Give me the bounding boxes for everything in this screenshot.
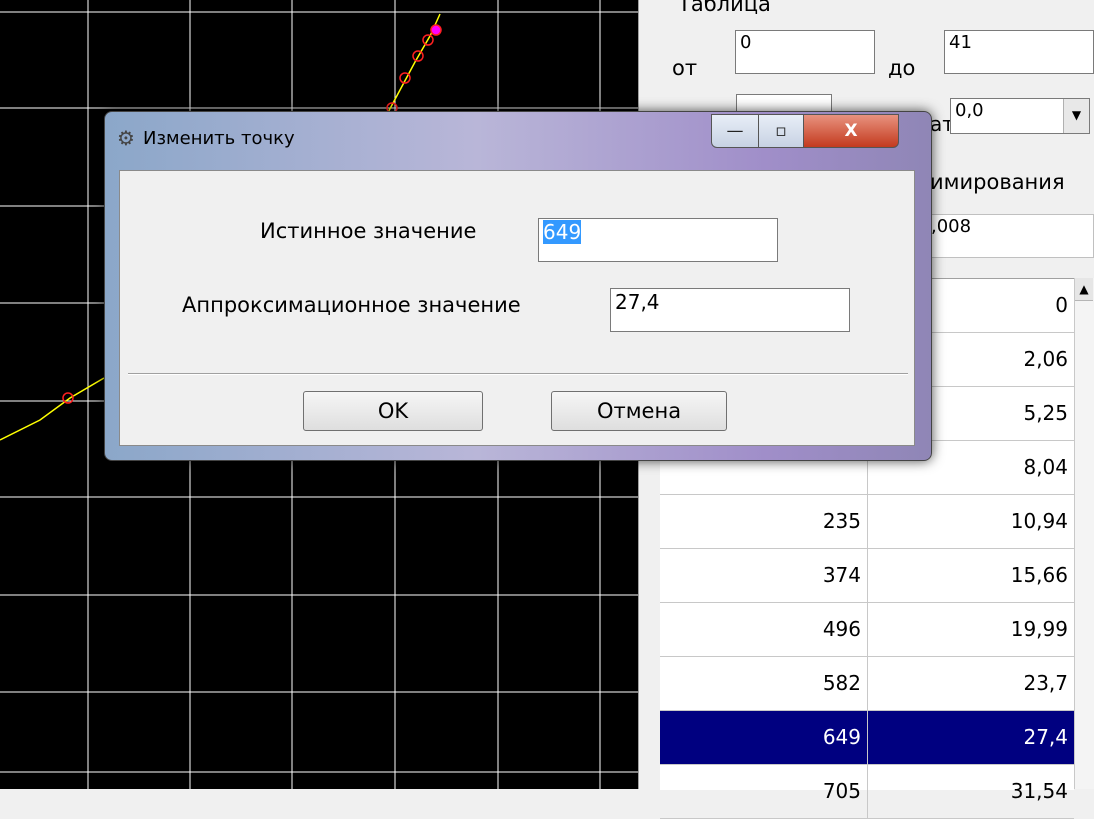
maximize-button[interactable]: ▫	[758, 114, 804, 148]
table-row-selected[interactable]: 649 27,4	[660, 711, 1074, 765]
edit-point-dialog: ⚙ Изменить точку — ▫ X Истинное значение…	[104, 111, 932, 461]
selected-point	[430, 24, 442, 36]
table-scrollbar[interactable]: ▲	[1074, 278, 1094, 789]
format-select-value: 0,0	[955, 100, 984, 121]
to-label: до	[888, 56, 916, 80]
cell-x: 582	[660, 657, 868, 710]
close-icon: X	[844, 121, 858, 141]
format-select[interactable]: 0,0 ▼	[950, 98, 1090, 134]
approx-error-field[interactable]: ,008	[926, 214, 1094, 258]
cell-x: 496	[660, 603, 868, 656]
cell-y: 27,4	[1023, 725, 1068, 749]
gear-icon: ⚙	[117, 126, 135, 150]
true-value-selection: 649	[543, 220, 582, 244]
cell-y: 19,99	[1010, 617, 1068, 641]
table-row[interactable]: 374 15,66	[660, 549, 1074, 603]
cell-y: 23,7	[1023, 671, 1068, 695]
approx-value-input[interactable]: 27,4	[610, 288, 850, 332]
table-row[interactable]: 705 31,54	[660, 765, 1074, 819]
table-row[interactable]: 496 19,99	[660, 603, 1074, 657]
true-value-input[interactable]: 649	[538, 218, 778, 262]
close-button[interactable]: X	[803, 114, 899, 148]
from-input[interactable]: 0	[735, 30, 875, 74]
true-value-label: Истинное значение	[260, 219, 477, 243]
cell-y: 31,54	[1010, 779, 1068, 803]
cell-x: 649	[660, 711, 868, 764]
maximize-icon: ▫	[775, 121, 787, 141]
from-label: от	[672, 56, 698, 80]
to-input[interactable]: 41	[944, 30, 1094, 74]
ok-button[interactable]: OK	[303, 391, 483, 431]
cancel-button[interactable]: Отмена	[551, 391, 727, 431]
cell-y: 15,66	[1010, 563, 1068, 587]
minimize-button[interactable]: —	[711, 114, 759, 148]
divider	[128, 373, 908, 375]
scroll-up-icon[interactable]: ▲	[1075, 278, 1093, 301]
section-title: Таблица	[678, 0, 771, 16]
cell-x: 235	[660, 495, 868, 548]
cell-x: 374	[660, 549, 868, 602]
dialog-body: Истинное значение 649 Аппроксимационное …	[119, 170, 915, 446]
cell-x: 705	[660, 765, 868, 818]
table-row[interactable]: 582 23,7	[660, 657, 1074, 711]
approx-value-label: Аппроксимационное значение	[182, 293, 521, 317]
chevron-down-icon[interactable]: ▼	[1063, 99, 1089, 133]
approx-header: имирования	[930, 170, 1065, 194]
dialog-title: Изменить точку	[143, 128, 295, 149]
minimize-icon: —	[726, 121, 744, 141]
table-row[interactable]: 235 10,94	[660, 495, 1074, 549]
window-controls: — ▫ X	[711, 114, 927, 152]
cell-y: 10,94	[1010, 509, 1068, 533]
